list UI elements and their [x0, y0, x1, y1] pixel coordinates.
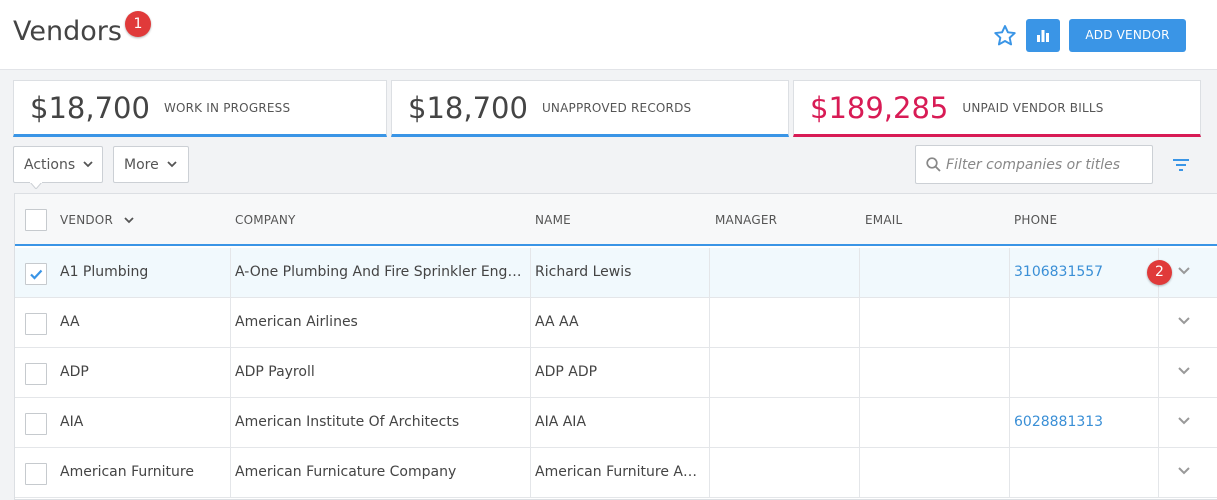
table-row[interactable]: AIA American Institute Of Architects AIA… [15, 398, 1217, 448]
company-cell: A-One Plumbing And Fire Sprinkler Engine… [235, 264, 525, 280]
more-dropdown[interactable]: More [113, 146, 189, 183]
vendor-cell: A1 Plumbing [60, 264, 149, 280]
page-header: Vendors 1 ADD VENDOR [0, 0, 1217, 70]
checkmark-icon [30, 269, 43, 280]
notification-badge: 2 [1147, 260, 1172, 285]
dropdown-caret-icon [30, 182, 42, 189]
actions-label: Actions [24, 156, 76, 173]
chevron-down-icon[interactable] [1178, 367, 1190, 375]
row-checkbox[interactable] [25, 363, 47, 385]
chevron-down-icon [167, 161, 177, 168]
summary-amount: $189,285 [810, 90, 949, 125]
vendor-table: VENDOR COMPANY NAME MANAGER EMAIL PHONE … [14, 193, 1217, 500]
table-row[interactable]: American Furniture American Furnicature … [15, 448, 1217, 498]
table-row[interactable]: A1 Plumbing A-One Plumbing And Fire Spri… [15, 248, 1217, 298]
column-header-manager[interactable]: MANAGER [715, 213, 777, 227]
vendor-cell: AA [60, 314, 80, 330]
chevron-down-icon[interactable] [1178, 417, 1190, 425]
phone-link[interactable]: 3106831557 [1014, 264, 1134, 280]
summary-amount: $18,700 [408, 90, 528, 125]
summary-card-unpaid-vendor-bills[interactable]: $189,285 UNPAID VENDOR BILLS [793, 80, 1201, 137]
company-cell: ADP Payroll [235, 364, 315, 380]
more-label: More [124, 156, 159, 173]
notification-badge: 1 [125, 11, 151, 37]
name-cell: AIA AIA [535, 414, 587, 430]
name-cell: American Furniture Americ… [535, 464, 710, 480]
sort-chevron-icon [124, 217, 134, 224]
vendor-cell: AIA [60, 414, 84, 430]
company-cell: American Institute Of Architects [235, 414, 460, 430]
name-cell: Richard Lewis [535, 264, 632, 280]
summary-label: UNPAID VENDOR BILLS [962, 100, 1104, 115]
row-checkbox[interactable] [25, 313, 47, 335]
column-header-company[interactable]: COMPANY [235, 213, 296, 227]
select-all-checkbox[interactable] [25, 209, 47, 231]
summary-label: WORK IN PROGRESS [163, 100, 291, 115]
chevron-down-icon[interactable] [1178, 317, 1190, 325]
summary-label: UNAPPROVED RECORDS [541, 100, 692, 115]
table-row[interactable]: ADP ADP Payroll ADP ADP [15, 348, 1217, 398]
summary-card-work-in-progress[interactable]: $18,700 WORK IN PROGRESS [13, 80, 387, 137]
chevron-down-icon[interactable] [1178, 467, 1190, 475]
summary-amount: $18,700 [30, 90, 150, 125]
name-cell: AA AA [535, 314, 579, 330]
vendor-cell: American Furniture [60, 464, 194, 480]
table-row[interactable]: AA American Airlines AA AA [15, 298, 1217, 348]
column-header-phone[interactable]: PHONE [1014, 213, 1057, 227]
chevron-down-icon[interactable] [1178, 267, 1190, 275]
filter-icon[interactable] [1172, 157, 1190, 173]
summary-card-unapproved-records[interactable]: $18,700 UNAPPROVED RECORDS [391, 80, 789, 137]
column-header-vendor[interactable]: VENDOR [60, 213, 134, 227]
search-icon [926, 157, 941, 172]
phone-link[interactable]: 6028881313 [1014, 414, 1134, 430]
bar-chart-icon [1037, 29, 1049, 42]
table-header: VENDOR COMPANY NAME MANAGER EMAIL PHONE [15, 194, 1217, 246]
vendor-cell: ADP [60, 364, 89, 380]
add-vendor-button[interactable]: ADD VENDOR [1069, 19, 1186, 52]
chevron-down-icon [83, 161, 93, 168]
page-title: Vendors [13, 16, 122, 47]
company-cell: American Airlines [235, 314, 358, 330]
column-header-email[interactable]: EMAIL [865, 213, 902, 227]
name-cell: ADP ADP [535, 364, 598, 380]
search-input[interactable] [946, 146, 1146, 183]
row-checkbox[interactable] [25, 463, 47, 485]
star-icon[interactable] [992, 23, 1018, 49]
row-checkbox[interactable] [25, 413, 47, 435]
actions-dropdown[interactable]: Actions [13, 146, 103, 183]
search-box [915, 145, 1153, 184]
column-header-name[interactable]: NAME [535, 213, 571, 227]
reports-button[interactable] [1026, 19, 1060, 52]
row-checkbox[interactable] [25, 263, 47, 285]
company-cell: American Furnicature Company [235, 464, 457, 480]
